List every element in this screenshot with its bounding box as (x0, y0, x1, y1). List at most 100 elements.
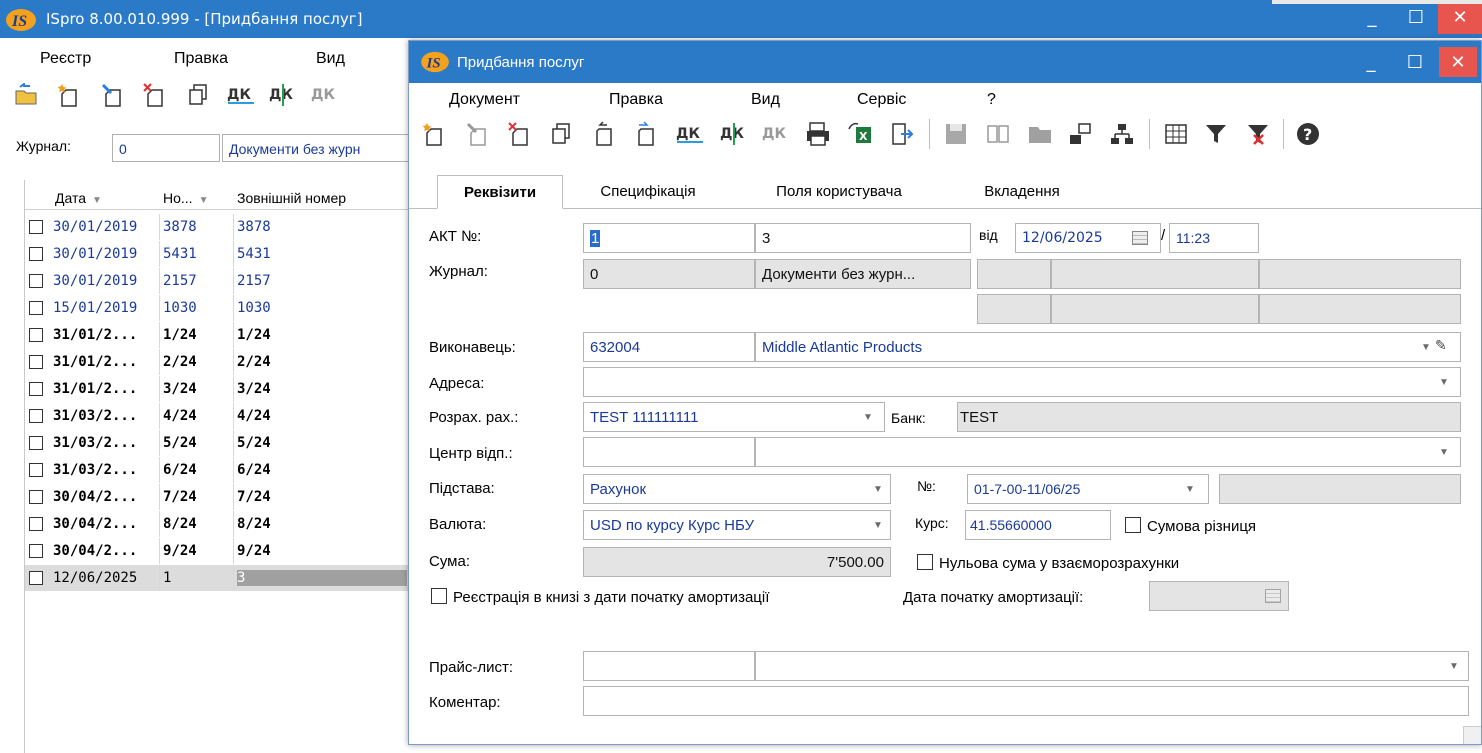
excel-export-icon[interactable]: X (845, 119, 875, 149)
chevron-down-icon[interactable]: ▼ (1185, 484, 1195, 495)
comment-field[interactable] (583, 686, 1469, 716)
executor-name-field[interactable]: Middle Atlantic Products (755, 332, 1461, 362)
open-folder-icon[interactable] (12, 80, 42, 110)
row-checkbox[interactable] (29, 544, 43, 558)
save-icon[interactable] (941, 119, 971, 149)
row-checkbox[interactable] (29, 571, 43, 585)
executor-code-field[interactable]: 632004 (583, 332, 755, 362)
menu-service[interactable]: Сервіс (857, 91, 906, 109)
exit-icon[interactable] (887, 119, 917, 149)
menu-view[interactable]: Вид (751, 91, 780, 109)
debit-credit-icon[interactable]: ДК (675, 119, 705, 149)
table-row[interactable]: 30/04/2... 9/24 9/24 (25, 538, 411, 564)
pencil-icon[interactable]: ✎ (1435, 337, 1447, 354)
table-row[interactable]: 15/01/2019 1030 1030 (25, 295, 411, 321)
debit-credit-unpost-icon[interactable]: ДК (761, 119, 791, 149)
tab-attachments[interactable]: Вкладення (957, 175, 1087, 209)
hierarchy-icon[interactable] (1107, 119, 1137, 149)
minimize-button[interactable]: _ (1350, 0, 1394, 34)
calendar-icon[interactable] (1132, 231, 1148, 245)
currency-field[interactable]: USD по курсу Курс НБУ (583, 510, 891, 540)
row-checkbox[interactable] (29, 436, 43, 450)
menu-registry[interactable]: Реєстр (40, 50, 91, 68)
resize-grip[interactable] (1463, 726, 1481, 744)
column-header-number[interactable]: Но... ▼ (163, 190, 208, 206)
import-document-icon[interactable] (589, 119, 619, 149)
edit-document-icon[interactable] (463, 119, 493, 149)
journal-code-field[interactable]: 0 (112, 134, 220, 162)
tab-user-fields[interactable]: Поля користувача (749, 175, 929, 209)
grid-view-icon[interactable] (1161, 119, 1191, 149)
menu-edit[interactable]: Правка (609, 91, 663, 109)
table-row[interactable]: 30/04/2... 7/24 7/24 (25, 484, 411, 510)
price-list-code-field[interactable] (583, 651, 755, 681)
row-checkbox[interactable] (29, 517, 43, 531)
filter-icon[interactable] (1201, 119, 1231, 149)
close-button[interactable]: ✕ (1438, 0, 1482, 34)
sum-diff-checkbox[interactable] (1125, 517, 1141, 533)
new-document-icon[interactable] (54, 80, 84, 110)
table-row[interactable]: 12/06/2025 1 3 (25, 565, 411, 591)
address-field[interactable] (583, 367, 1461, 397)
new-document-icon[interactable] (419, 119, 449, 149)
debit-credit-post-icon[interactable]: ДК (719, 119, 749, 149)
copy-document-icon[interactable] (547, 119, 577, 149)
table-row[interactable]: 31/01/2... 1/24 1/24 (25, 322, 411, 348)
chevron-down-icon[interactable]: ▼ (1421, 342, 1431, 353)
delete-document-icon[interactable] (140, 80, 170, 110)
row-checkbox[interactable] (29, 220, 43, 234)
row-checkbox[interactable] (29, 490, 43, 504)
copy-document-icon[interactable] (184, 80, 214, 110)
table-row[interactable]: 31/01/2... 2/24 2/24 (25, 349, 411, 375)
basis-number-field[interactable]: 01-7-00-11/06/25 (967, 474, 1209, 504)
debit-credit-post-icon[interactable]: ДК (268, 80, 298, 110)
chevron-down-icon[interactable]: ▼ (863, 412, 873, 423)
row-checkbox[interactable] (29, 382, 43, 396)
transfer-icon[interactable] (1065, 119, 1095, 149)
column-header-date[interactable]: Дата ▼ (55, 190, 102, 206)
dialog-minimize-button[interactable]: _ (1349, 45, 1393, 79)
menu-help[interactable]: ? (987, 91, 996, 109)
column-header-ext-number[interactable]: Зовнішній номер (237, 190, 346, 206)
register-checkbox[interactable] (431, 588, 447, 604)
menu-document[interactable]: Документ (449, 91, 520, 109)
table-row[interactable]: 31/03/2... 4/24 4/24 (25, 403, 411, 429)
table-row[interactable]: 30/01/2019 3878 3878 (25, 214, 411, 240)
row-checkbox[interactable] (29, 274, 43, 288)
table-row[interactable]: 31/03/2... 6/24 6/24 (25, 457, 411, 483)
chevron-down-icon[interactable]: ▼ (873, 520, 883, 531)
print-icon[interactable] (803, 119, 833, 149)
dialog-close-button[interactable]: ✕ (1439, 47, 1477, 77)
act-number-field[interactable]: 1 (583, 223, 755, 253)
row-checkbox[interactable] (29, 355, 43, 369)
time-field[interactable]: 11:23 (1169, 223, 1259, 253)
row-checkbox[interactable] (29, 328, 43, 342)
row-checkbox[interactable] (29, 301, 43, 315)
tab-specification[interactable]: Специфікація (573, 175, 723, 209)
edit-document-icon[interactable] (98, 80, 128, 110)
chevron-down-icon[interactable]: ▼ (1439, 377, 1449, 388)
calendar-icon[interactable] (1265, 589, 1281, 603)
export-document-icon[interactable] (631, 119, 661, 149)
table-row[interactable]: 30/01/2019 2157 2157 (25, 268, 411, 294)
debit-credit-unpost-icon[interactable]: ДК (310, 80, 340, 110)
row-checkbox[interactable] (29, 463, 43, 477)
chevron-down-icon[interactable]: ▼ (1439, 447, 1449, 458)
rate-field[interactable]: 41.55660000 (965, 510, 1111, 540)
maximize-button[interactable]: ☐ (1394, 0, 1438, 34)
menu-view[interactable]: Вид (316, 50, 345, 68)
book-icon[interactable] (983, 119, 1013, 149)
chevron-down-icon[interactable]: ▼ (873, 484, 883, 495)
center-code-field[interactable] (583, 437, 755, 467)
act-ext-number-field[interactable]: 3 (755, 223, 971, 253)
account-field[interactable]: TEST 111111111 (583, 402, 885, 432)
menu-edit[interactable]: Правка (174, 50, 228, 68)
help-icon[interactable]: ? (1293, 119, 1323, 149)
tab-requisites[interactable]: Реквізити (437, 175, 563, 209)
basis-field[interactable]: Рахунок (583, 474, 891, 504)
zero-sum-checkbox[interactable] (917, 554, 933, 570)
center-name-field[interactable] (755, 437, 1461, 467)
dialog-maximize-button[interactable]: ☐ (1393, 45, 1437, 79)
journal-name-field[interactable]: Документи без журн (222, 134, 412, 162)
price-list-name-field[interactable] (755, 651, 1469, 681)
